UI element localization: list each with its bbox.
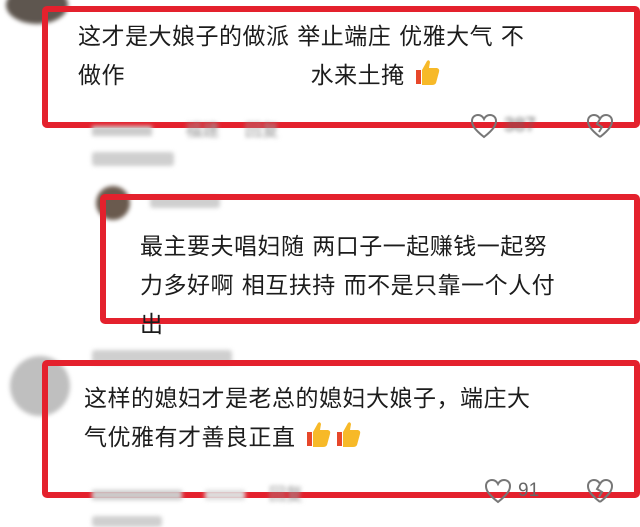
timestamp bbox=[92, 490, 182, 500]
comment-line: 这才是大娘子的做派 举止端庄 优雅大气 不 bbox=[78, 24, 525, 50]
dislike-icon[interactable] bbox=[586, 478, 614, 504]
like-count: 387 bbox=[504, 115, 536, 136]
region-label: 福建 bbox=[185, 121, 220, 141]
thumbs-up-icon bbox=[412, 57, 442, 100]
thumbs-up-icon bbox=[333, 419, 363, 462]
username bbox=[92, 516, 162, 527]
comment-text-1: 这才是大娘子的做派 举止端庄 优雅大气 不 做作 水来土掩 bbox=[78, 18, 638, 100]
comment-line: 做作 水来土掩 bbox=[78, 57, 638, 100]
heart-icon[interactable] bbox=[470, 113, 498, 139]
reply-button[interactable]: 回复 bbox=[269, 485, 303, 505]
comment-line: 出 bbox=[140, 312, 164, 338]
comment-meta: 回复 bbox=[92, 480, 303, 505]
comment-fragment: 气优雅有才善良正直 bbox=[84, 425, 296, 451]
comment-fragment: 水来土掩 bbox=[310, 63, 405, 89]
comment-text-3: 这样的媳妇才是老总的媳妇大娘子，端庄大 气优雅有才善良正直 bbox=[84, 380, 640, 462]
region-label bbox=[205, 490, 246, 500]
comment-line: 最主要夫唱妇随 两口子一起赚钱一起努 bbox=[140, 234, 548, 260]
comment-meta: 福建 回复 bbox=[92, 116, 279, 141]
comment-fragment: 做作 bbox=[78, 63, 125, 89]
redacted-text bbox=[133, 70, 303, 84]
comment-text-2: 最主要夫唱妇随 两口子一起赚钱一起努 力多好啊 相互扶持 而不是只靠一个人付 出 bbox=[140, 228, 640, 345]
heart-icon[interactable] bbox=[484, 478, 512, 504]
timestamp bbox=[92, 126, 152, 136]
reply-button[interactable]: 回复 bbox=[245, 121, 279, 141]
dislike-icon[interactable] bbox=[586, 113, 614, 139]
comment-line: 力多好啊 相互扶持 而不是只靠一个人付 bbox=[140, 273, 556, 299]
comment-line: 这样的媳妇才是老总的媳妇大娘子，端庄大 bbox=[84, 386, 531, 412]
comment-line: 气优雅有才善良正直 bbox=[84, 419, 640, 462]
like-count: 91 bbox=[518, 480, 540, 501]
thumbs-up-icon bbox=[303, 419, 333, 462]
username bbox=[92, 152, 174, 166]
